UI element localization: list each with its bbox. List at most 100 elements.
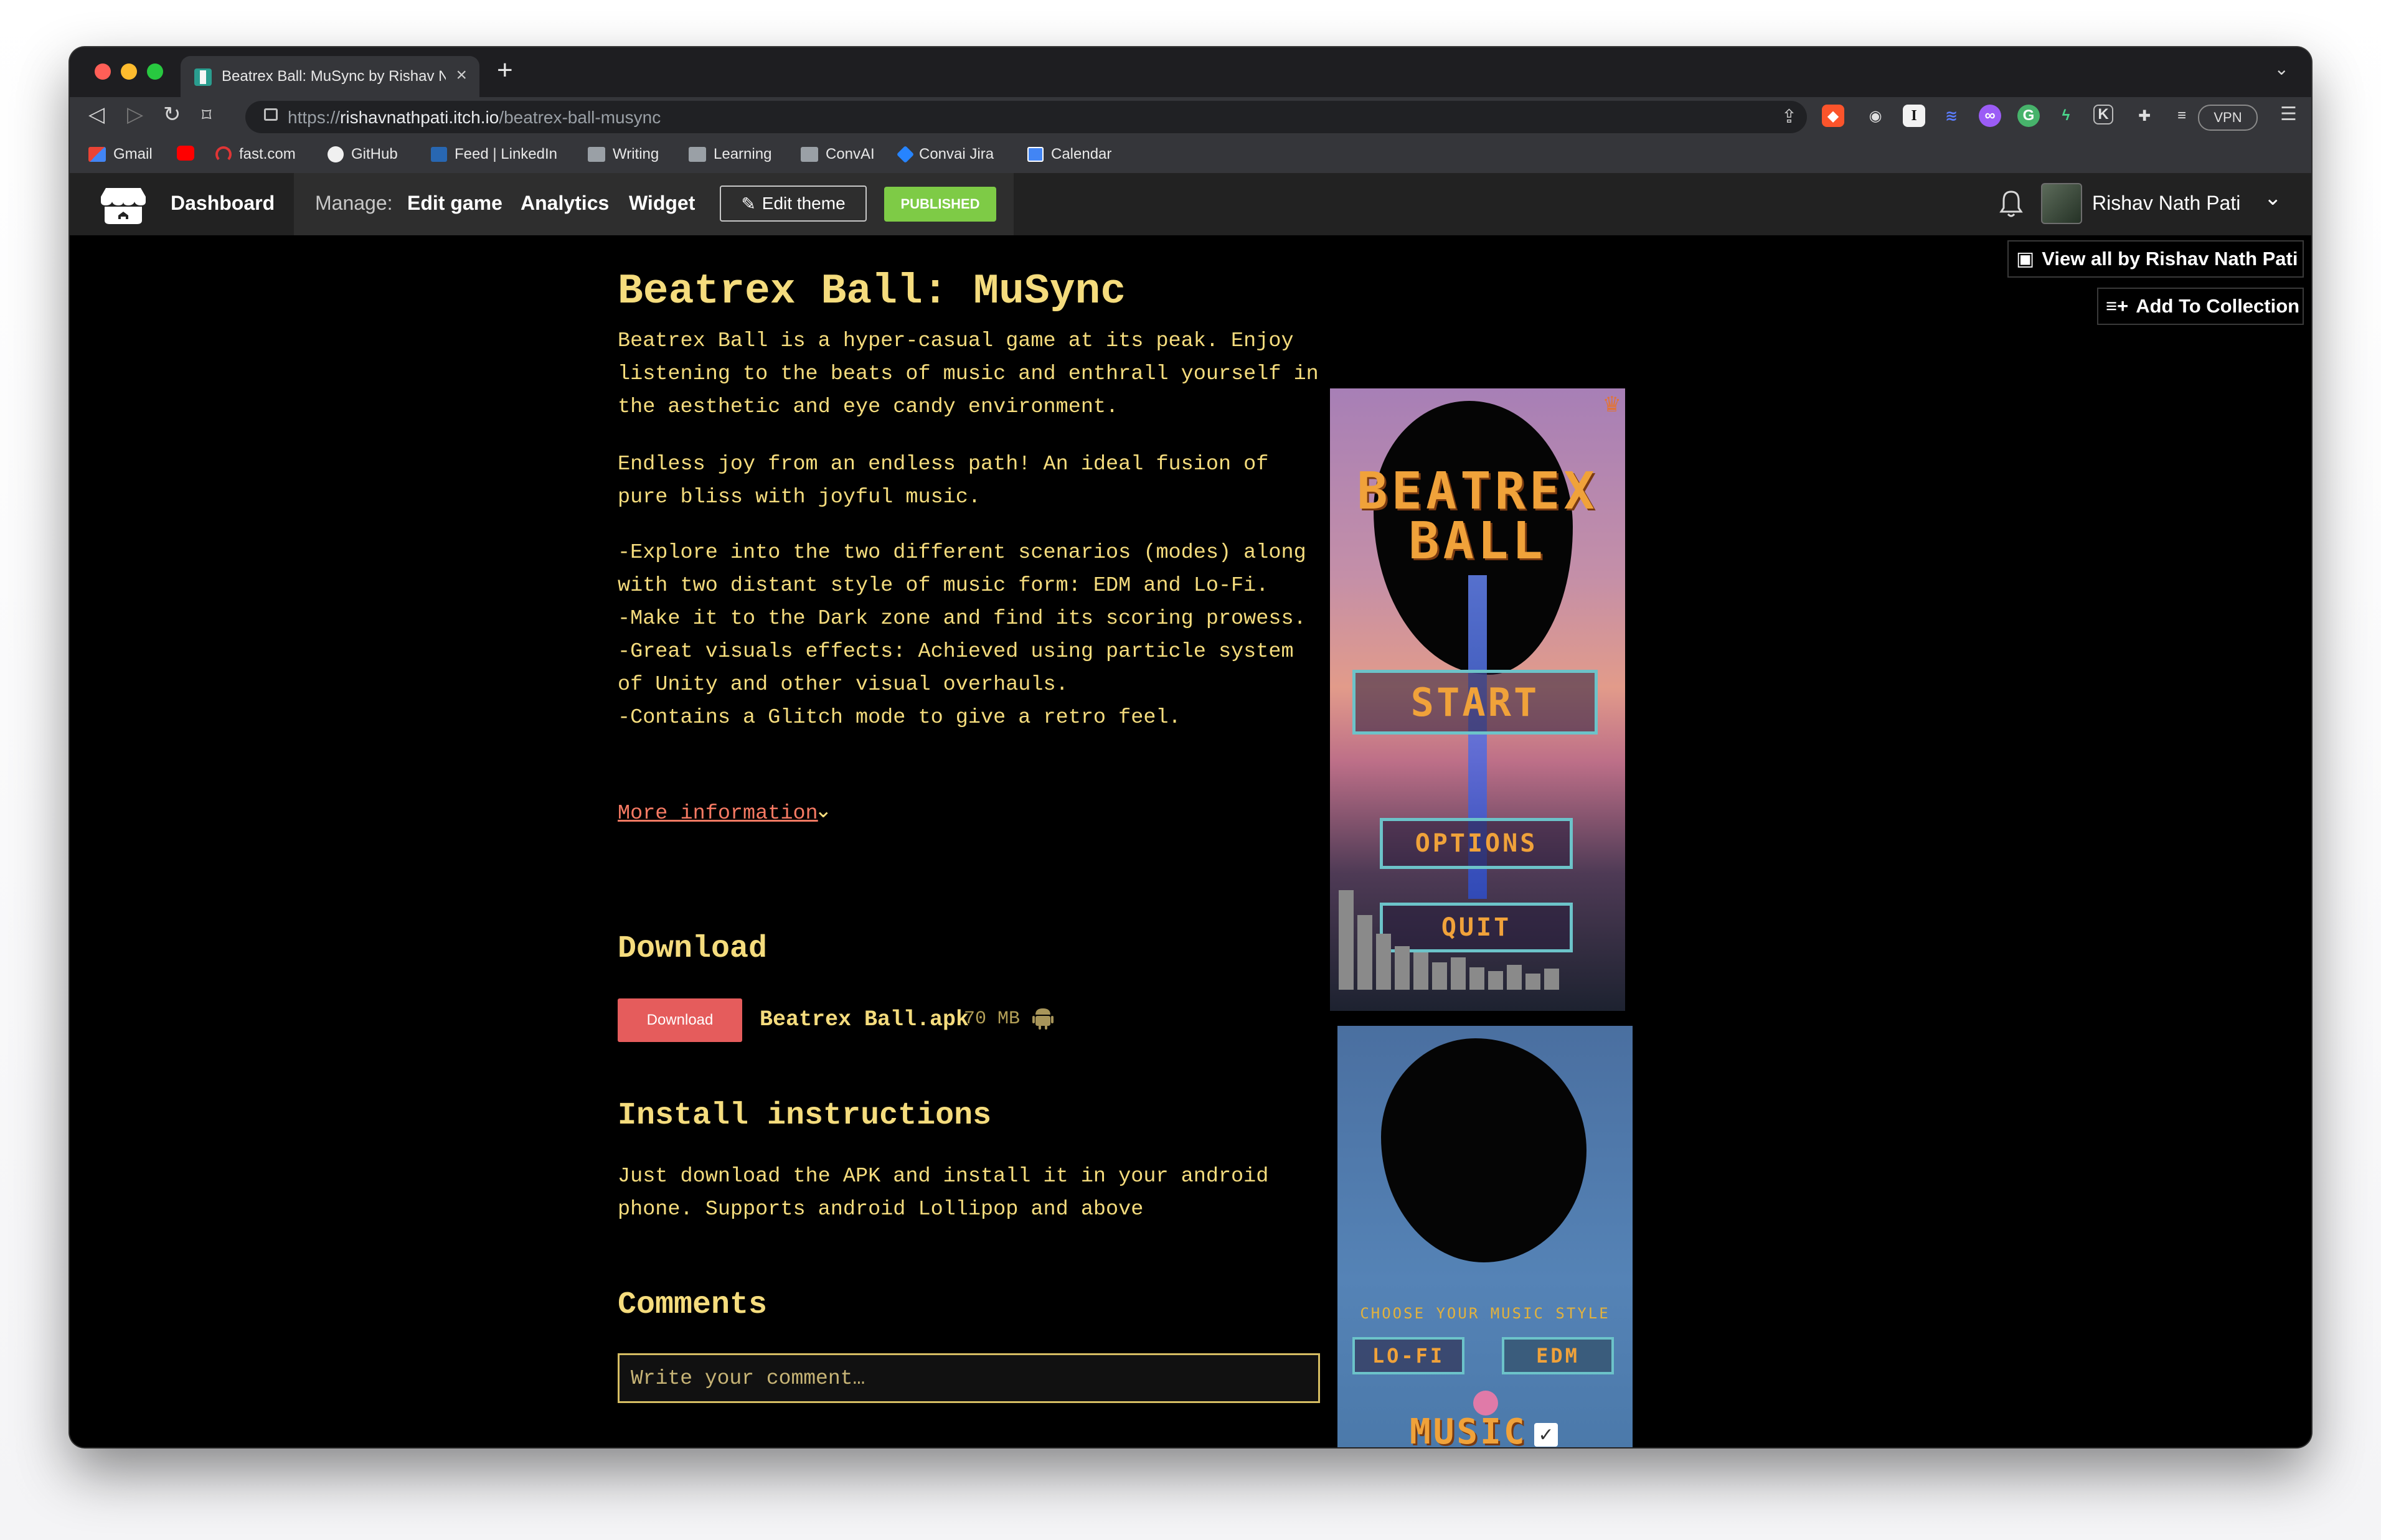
file-name: Beatrex Ball.apk xyxy=(760,1007,969,1032)
notification-bell-icon[interactable] xyxy=(1999,188,2024,219)
screenshot-lofi-button: LO-FI xyxy=(1352,1337,1464,1374)
new-tab-button[interactable]: + xyxy=(497,55,513,86)
screenshot-edm-button: EDM xyxy=(1502,1337,1614,1374)
analytics-link[interactable]: Analytics xyxy=(521,192,609,215)
bookmark-convai[interactable]: ConvAI xyxy=(801,146,875,163)
screenshot-music-label: MUSIC xyxy=(1410,1412,1527,1447)
extension-k-icon[interactable]: K xyxy=(2093,105,2113,124)
tab-search-chevron-icon[interactable]: ⌄ xyxy=(2275,59,2289,79)
dashboard-link[interactable]: Dashboard xyxy=(171,192,275,215)
calendar-icon xyxy=(1027,147,1044,162)
widget-link[interactable]: Widget xyxy=(629,192,695,215)
screenshot-title-screen[interactable]: BEATREX BALL START OPTIONS QUIT ♛ xyxy=(1330,388,1625,1011)
comment-input[interactable]: Write your comment… xyxy=(618,1353,1320,1403)
manage-label: Manage: xyxy=(315,192,393,214)
bookmark-youtube[interactable] xyxy=(177,146,194,161)
github-icon xyxy=(328,146,344,162)
description-feature-4: -Contains a Glitch mode to give a retro … xyxy=(618,706,1181,730)
comments-heading: Comments xyxy=(618,1287,768,1323)
extension-grammarly-icon[interactable]: G xyxy=(2017,105,2040,127)
splash-blob xyxy=(1381,1038,1587,1262)
add-to-collection-button[interactable]: ≡+ Add To Collection xyxy=(2097,288,2304,325)
screenshot-choose-style-text: CHOOSE YOUR MUSIC STYLE xyxy=(1360,1305,1610,1322)
reload-icon[interactable]: ↻ xyxy=(163,102,181,127)
bookmark-github[interactable]: GitHub xyxy=(328,146,398,163)
install-instructions-heading: Install instructions xyxy=(618,1098,992,1134)
browser-window: Beatrex Ball: MuSync by Rishav Nath Pati… xyxy=(70,47,2311,1447)
extension-instapaper-icon[interactable]: I xyxy=(1903,105,1925,127)
pencil-icon: ✎ xyxy=(741,194,756,214)
edit-theme-button[interactable]: ✎ Edit theme xyxy=(720,185,867,222)
user-menu-chevron-icon[interactable]: ⌄ xyxy=(2264,185,2282,210)
view-all-by-author-button[interactable]: ▣ View all by Rishav Nath Pati xyxy=(2007,240,2304,278)
more-information-link[interactable]: More information xyxy=(618,802,818,825)
android-icon xyxy=(1032,1008,1054,1030)
itch-favicon-icon xyxy=(194,68,212,86)
bookmark-gmail[interactable]: Gmail xyxy=(88,146,153,163)
edit-game-link[interactable]: Edit game xyxy=(407,192,502,215)
forward-icon[interactable]: ▷ xyxy=(127,102,143,127)
itch-logo-icon[interactable] xyxy=(100,185,147,225)
user-name[interactable]: Rishav Nath Pati xyxy=(2092,192,2240,215)
extension-owl-icon[interactable]: ◉ xyxy=(1864,105,1887,127)
share-icon[interactable]: ⇪ xyxy=(1781,106,1797,128)
folder-icon xyxy=(801,147,818,162)
extension-bolt-icon[interactable]: ϟ xyxy=(2055,105,2077,127)
youtube-icon xyxy=(177,146,194,161)
bookmark-writing[interactable]: Writing xyxy=(588,146,659,163)
folder-icon xyxy=(689,147,706,162)
menu-icon[interactable]: ☰ xyxy=(2280,103,2297,125)
published-badge[interactable]: PUBLISHED xyxy=(884,187,996,222)
crown-icon: ♛ xyxy=(1602,393,1621,416)
screenshot-title-line2: BALL xyxy=(1408,512,1547,571)
fast-icon xyxy=(215,146,232,162)
playlist-add-icon: ≡+ xyxy=(2106,295,2129,317)
minimize-window-button[interactable] xyxy=(121,63,137,80)
equalizer-bars xyxy=(1339,890,1559,990)
itch-header: Dashboard Manage: Edit game Analytics Wi… xyxy=(70,173,2311,235)
bookmark-learning[interactable]: Learning xyxy=(689,146,771,163)
bookmark-linkedin[interactable]: Feed | LinkedIn xyxy=(431,146,557,163)
jira-icon xyxy=(896,145,915,164)
user-avatar[interactable] xyxy=(2041,183,2082,224)
back-icon[interactable]: ◁ xyxy=(88,102,105,127)
install-instructions-text: Just download the APK and install it in … xyxy=(618,1165,1269,1221)
close-window-button[interactable] xyxy=(95,63,111,80)
more-information-chevron-icon[interactable]: ⌄ xyxy=(814,798,832,823)
extensions-puzzle-icon[interactable]: ✚ xyxy=(2133,105,2156,127)
download-button[interactable]: Download xyxy=(618,998,742,1042)
game-page: Beatrex Ball: MuSync Beatrex Ball is a h… xyxy=(70,235,2311,1447)
download-heading: Download xyxy=(618,931,768,967)
file-size: 70 MB xyxy=(964,1008,1021,1030)
game-title: Beatrex Ball: MuSync xyxy=(618,268,1126,316)
itch-store-icon: ▣ xyxy=(2016,248,2035,270)
brave-shield-icon[interactable]: ◆ xyxy=(1822,105,1844,127)
folder-icon xyxy=(588,147,605,162)
address-bar[interactable]: https://rishavnathpati.itch.io/beatrex-b… xyxy=(245,101,1807,133)
bookmark-convai-jira[interactable]: Convai Jira xyxy=(896,145,994,164)
description-feature-3: -Great visuals effects: Achieved using p… xyxy=(618,640,1294,697)
bookmark-icon[interactable]: ⌑ xyxy=(202,105,211,126)
tab-strip: Beatrex Ball: MuSync by Rishav Nath Pati… xyxy=(70,47,2311,97)
extension-wave-icon[interactable]: ≋ xyxy=(1940,105,1963,127)
reading-list-icon[interactable]: ≡ xyxy=(2171,105,2193,127)
vpn-button[interactable]: VPN xyxy=(2198,105,2258,131)
screenshot-music-style[interactable]: CHOOSE YOUR MUSIC STYLE LO-FI EDM MUSIC … xyxy=(1337,1026,1633,1447)
extension-messenger-icon[interactable]: ∞ xyxy=(1979,105,2001,127)
bookmark-calendar[interactable]: Calendar xyxy=(1027,146,1111,163)
linkedin-icon xyxy=(431,147,447,162)
browser-tab[interactable]: Beatrex Ball: MuSync by Rishav Nath Pati… xyxy=(181,56,479,97)
description-paragraph-1: Beatrex Ball is a hyper-casual game at i… xyxy=(618,329,1319,419)
lock-icon xyxy=(264,108,278,121)
tab-close-icon[interactable]: × xyxy=(456,65,467,86)
description-feature-2: -Make it to the Dark zone and find its s… xyxy=(618,607,1306,631)
url-text: https://rishavnathpati.itch.io/beatrex-b… xyxy=(288,108,661,127)
maximize-window-button[interactable] xyxy=(147,63,163,80)
browser-toolbar: ◁ ▷ ↻ ⌑ https://rishavnathpati.itch.io/b… xyxy=(70,97,2311,136)
gmail-icon xyxy=(88,147,106,162)
music-checkbox-icon: ✓ xyxy=(1534,1423,1558,1447)
bookmarks-bar: Gmail fast.com GitHub Feed | LinkedIn Wr… xyxy=(70,136,2311,174)
tab-title: Beatrex Ball: MuSync by Rishav Nath Pati xyxy=(222,68,446,85)
bookmark-fast[interactable]: fast.com xyxy=(215,146,296,163)
screenshot-start-button: START xyxy=(1352,670,1598,735)
